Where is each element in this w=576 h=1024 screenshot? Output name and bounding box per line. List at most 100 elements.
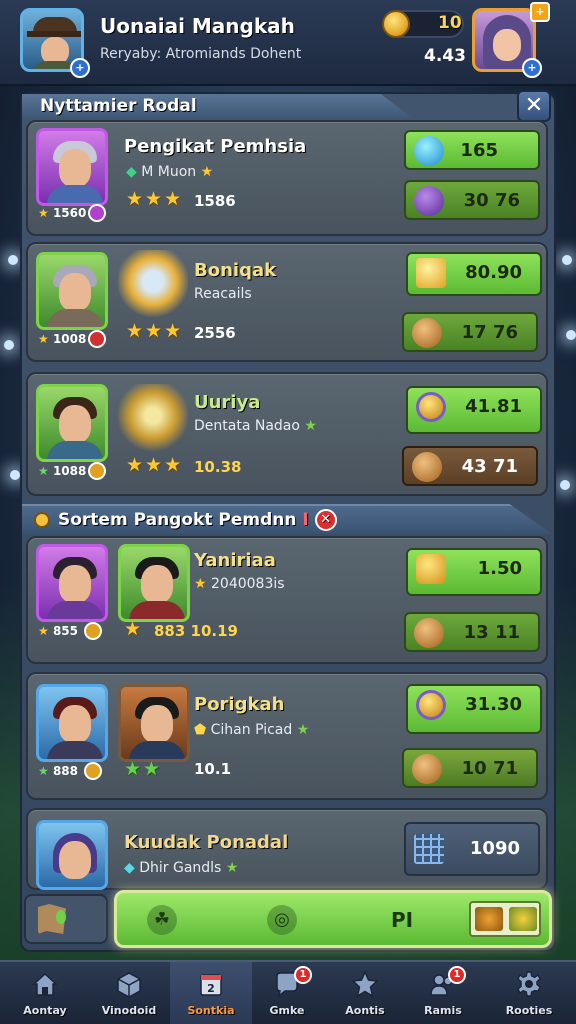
hero-portrait	[36, 544, 108, 622]
star-rating: ★★	[124, 758, 163, 780]
buy-button-gems[interactable]: 165	[404, 130, 540, 170]
friend-pin-badge[interactable]: +	[522, 58, 542, 78]
helmet-icon	[118, 250, 188, 320]
action-main-bar[interactable]: ☘ ◎ PI	[114, 890, 552, 948]
star-value: 883 10.19	[154, 622, 238, 640]
buy-button-gems[interactable]: 80.90	[406, 252, 542, 296]
buy-button-coins[interactable]: 30 76	[404, 180, 540, 220]
buy-button-coins[interactable]: 13 11	[404, 612, 540, 652]
home-icon	[32, 972, 58, 996]
horn-icon	[412, 318, 442, 348]
star-icon	[416, 258, 446, 288]
item-subtitle: ◆ M Muon ★	[126, 164, 214, 180]
element-icon	[84, 622, 102, 640]
gem-icon	[414, 136, 444, 166]
item-title: Yaniriaa	[194, 550, 276, 571]
nav-item-game[interactable]: 1 Gmke	[246, 962, 328, 1024]
buy-button-coins[interactable]: 43 71	[402, 446, 538, 486]
top-header: + Uonaiai Mangkah Reryaby: Atromiands Do…	[0, 0, 576, 86]
hero-portrait	[36, 684, 108, 762]
star-value: 10.1	[194, 760, 232, 778]
nav-item-clan[interactable]: 1 Ramis	[402, 962, 484, 1024]
coin-icon	[416, 392, 446, 422]
player-name: Uonaiai Mangkah	[100, 14, 295, 38]
list-item[interactable]: ★ 855 Yaniriaa ★ 2040083is ★ 883 10.19 1…	[26, 536, 548, 664]
star-value: 1586	[194, 192, 236, 210]
element-icon	[88, 204, 106, 222]
portrait-level: ★ 1008	[38, 332, 87, 346]
grid-icon	[414, 834, 444, 864]
flower-icon	[509, 907, 537, 931]
star-icon	[351, 970, 379, 998]
item-title: Boniqak	[194, 260, 277, 281]
nav-item-cards[interactable]: Vinodoid	[88, 962, 170, 1024]
item-title: Pengikat Pemhsia	[124, 136, 307, 157]
portrait-level: ★ 1560	[38, 206, 87, 220]
list-item[interactable]: ★ 1008 Boniqak Reacails ★★★ 2556 80.90 1…	[26, 242, 548, 362]
close-button[interactable]: ✕	[517, 90, 551, 122]
coin-icon	[382, 10, 410, 38]
nav-item-shop[interactable]: 2 Sontkia	[170, 962, 252, 1024]
item-title: Kuudak Ponadal	[124, 832, 289, 853]
hero-portrait	[36, 252, 108, 330]
coin-value: 10	[438, 13, 462, 33]
calendar-icon: 2	[200, 974, 222, 996]
cube-icon	[117, 972, 141, 998]
reward-icons[interactable]	[469, 901, 541, 937]
section-title: Sortem Pangokt Pemdnn I ✕	[22, 504, 552, 534]
item-subtitle: Dentata Nadao ★	[194, 418, 317, 434]
item-subtitle: Reacails	[194, 286, 252, 302]
item-subtitle: ⬟ Cihan Picad ★	[194, 722, 310, 738]
nav-item-settings[interactable]: Rooties	[488, 962, 570, 1024]
portrait-level: ★ 855	[38, 624, 79, 638]
plant-icon[interactable]: ☘	[147, 905, 177, 935]
nav-item-home[interactable]: Aontay	[4, 962, 86, 1024]
list-item[interactable]: ★ 888 Porigkah ⬟ Cihan Picad ★ ★★ 10.1 3…	[26, 672, 548, 800]
add-friend-badge[interactable]: +	[530, 2, 550, 22]
buy-button-coins[interactable]: 10 71	[402, 748, 538, 788]
map-button[interactable]	[24, 894, 108, 944]
portrait-level: ★ 1088	[38, 464, 87, 478]
buy-button-coins[interactable]: 17 76	[402, 312, 538, 352]
close-icon[interactable]: ✕	[314, 509, 337, 531]
star-rating: ★★★	[126, 320, 184, 342]
list-item[interactable]: ★ 1088 Uuriya Dentata Nadao ★ ★★★ 10.38 …	[26, 372, 548, 496]
buy-button-gems[interactable]: 31.30	[406, 684, 542, 734]
buy-button-grid[interactable]: 1090	[404, 822, 540, 876]
buy-button-gems[interactable]: 41.81	[406, 386, 542, 434]
item-title: Porigkah	[194, 694, 285, 715]
list-item[interactable]: Kuudak Ponadal ◆ Dhir Gandls ★ 1090	[26, 808, 548, 890]
horn-icon	[412, 754, 442, 784]
element-icon	[84, 762, 102, 780]
nav-item-ranking[interactable]: Aontis	[324, 962, 406, 1024]
svg-text:2: 2	[207, 982, 215, 995]
item-subtitle: ★ 2040083is	[194, 576, 285, 592]
gear-icon	[516, 971, 542, 997]
chat-icon[interactable]: ◎	[267, 905, 297, 935]
coin-icon	[416, 690, 446, 720]
star-value: 2556	[194, 324, 236, 342]
player-subtitle: Reryaby: Atromiands Dohent	[100, 46, 302, 62]
item-title: Uuriya	[194, 392, 261, 413]
flower-icon	[475, 907, 503, 931]
star-rating: ★★★	[126, 188, 184, 210]
hero-portrait	[36, 384, 108, 462]
element-icon	[88, 462, 106, 480]
portrait-level: ★ 888	[38, 764, 79, 778]
gem-icon: ◆	[126, 164, 137, 180]
horn-icon	[412, 452, 442, 482]
element-icon	[88, 330, 106, 348]
hero-portrait-secondary	[118, 544, 190, 622]
player-add-badge[interactable]: +	[70, 58, 90, 78]
notification-badge: 1	[294, 966, 312, 984]
item-subtitle: ◆ Dhir Gandls ★	[124, 860, 239, 876]
star-value: 10.38	[194, 458, 242, 476]
list-item[interactable]: ★ 1560 Pengikat Pemhsia ◆ M Muon ★ ★★★ 1…	[26, 120, 548, 236]
hero-portrait	[36, 128, 108, 206]
buy-button-gems[interactable]: 1.50	[406, 548, 542, 596]
panel-title: Nyttamier Rodal	[22, 94, 412, 118]
grape-icon	[414, 186, 444, 216]
action-label-button[interactable]: PI	[387, 905, 417, 935]
notification-badge: 1	[448, 966, 466, 984]
star-rating: ★	[124, 618, 144, 640]
